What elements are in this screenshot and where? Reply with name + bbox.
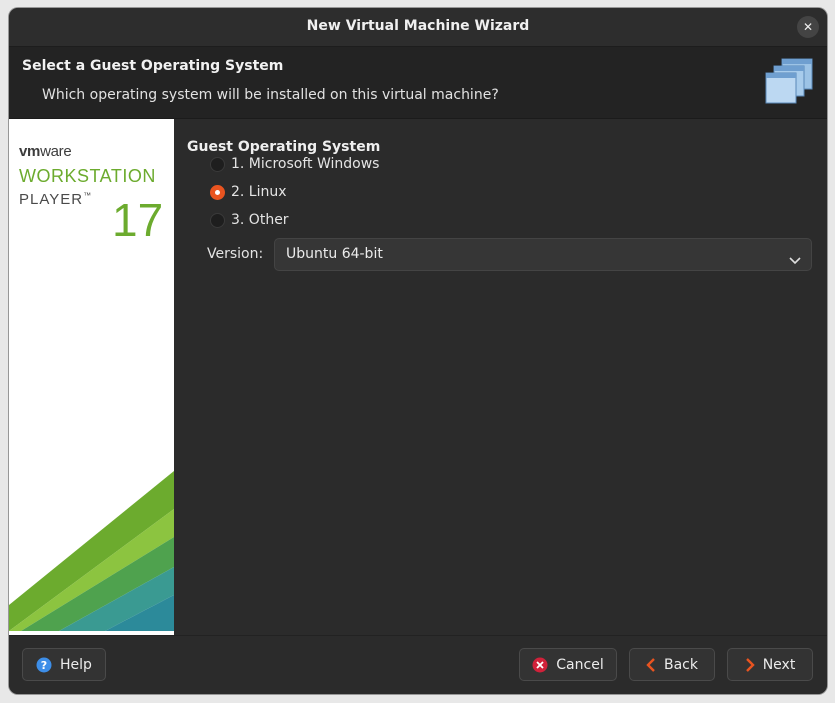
cancel-label: Cancel (556, 656, 604, 673)
vmware-logo: vmware (19, 143, 72, 160)
close-button[interactable]: ✕ (797, 16, 819, 38)
back-label: Back (664, 656, 698, 673)
help-icon: ? (36, 657, 52, 673)
version-label: Version: (207, 246, 264, 262)
chevron-left-icon (646, 657, 656, 672)
radio-label: 2. Linux (231, 184, 287, 200)
radio-button[interactable] (210, 156, 225, 172)
brand-panel: vmware WORKSTATION PLAYER™ 17 (9, 119, 174, 635)
version-dropdown[interactable]: Ubuntu 64-bit (274, 238, 812, 271)
wizard-content: Guest Operating System 1. Microsoft Wind… (174, 119, 827, 635)
radio-label: 3. Other (231, 212, 289, 228)
product-version: 17 (112, 194, 164, 246)
radio-button-selected[interactable] (210, 184, 225, 200)
next-label: Next (762, 656, 796, 673)
cancel-icon (532, 657, 548, 673)
back-button[interactable]: Back (629, 648, 715, 681)
wizard-window: New Virtual Machine Wizard ✕ Select a Gu… (9, 8, 827, 694)
window-title: New Virtual Machine Wizard (306, 18, 530, 34)
radio-option-windows[interactable]: 1. Microsoft Windows (210, 153, 379, 175)
page-subtitle: Which operating system will be installed… (42, 87, 499, 103)
product-name: WORKSTATION (19, 166, 156, 186)
radio-option-linux[interactable]: 2. Linux (210, 181, 287, 203)
chevron-down-icon (789, 250, 801, 269)
help-label: Help (60, 656, 92, 673)
chevron-right-icon (745, 657, 755, 672)
page-title: Select a Guest Operating System (22, 58, 284, 74)
cancel-button[interactable]: Cancel (519, 648, 617, 681)
version-value: Ubuntu 64-bit (286, 246, 383, 262)
close-icon: ✕ (802, 20, 814, 34)
product-edition: PLAYER™ (19, 191, 93, 208)
radio-button[interactable] (210, 212, 225, 228)
virtual-machines-icon (765, 57, 815, 111)
radio-option-other[interactable]: 3. Other (210, 209, 289, 231)
radio-label: 1. Microsoft Windows (231, 156, 380, 172)
brand-graphic (9, 471, 174, 635)
next-button[interactable]: Next (727, 648, 813, 681)
title-bar[interactable]: New Virtual Machine Wizard ✕ (9, 8, 827, 47)
svg-text:?: ? (41, 659, 47, 672)
help-button[interactable]: ? Help (22, 648, 106, 681)
wizard-footer: ? Help Cancel Back Next (9, 635, 827, 694)
wizard-header: Select a Guest Operating System Which op… (9, 47, 827, 119)
